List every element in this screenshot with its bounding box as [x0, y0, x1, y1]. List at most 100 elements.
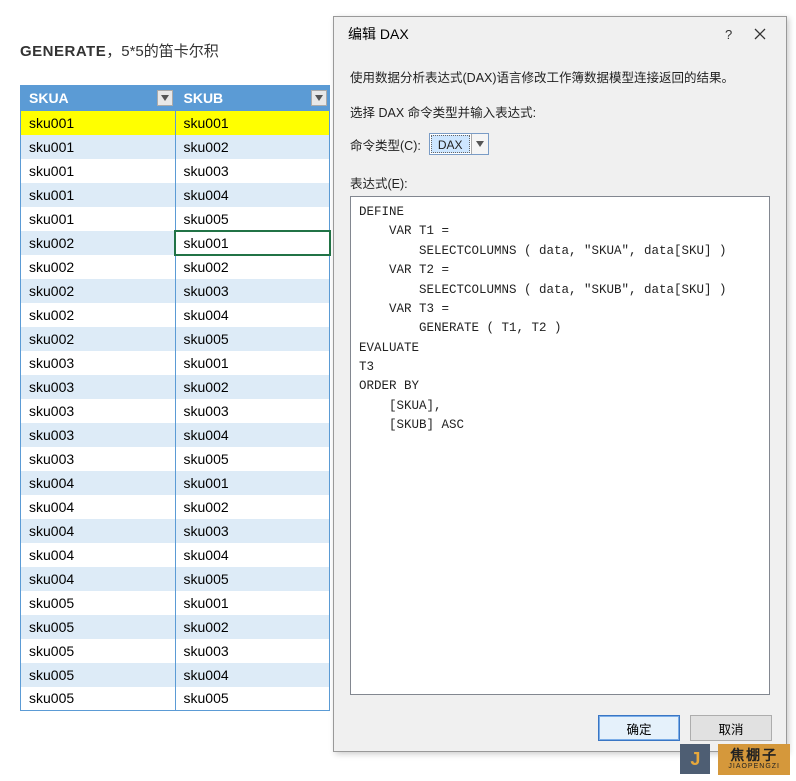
table-cell[interactable]: sku002	[175, 615, 330, 639]
table-row: sku003sku002	[21, 375, 330, 399]
cmd-type-row: 命令类型(C): DAX	[350, 133, 770, 155]
table-cell[interactable]: sku005	[175, 447, 330, 471]
table-cell[interactable]: sku004	[21, 543, 176, 567]
table-cell[interactable]: sku003	[21, 351, 176, 375]
left-panel: GENERATE，5*5的笛卡尔积 SKUA SKUB sku001sku001	[20, 40, 330, 711]
table-row: sku005sku001	[21, 591, 330, 615]
watermark-small: JIAOPENGZI	[728, 763, 780, 771]
watermark-logo: J	[680, 744, 710, 774]
table-cell[interactable]: sku003	[21, 399, 176, 423]
table-cell[interactable]: sku003	[21, 375, 176, 399]
table-cell[interactable]: sku004	[21, 567, 176, 591]
col-header-skub-label: SKUB	[184, 90, 224, 106]
table-cell[interactable]: sku001	[21, 207, 176, 231]
table-cell[interactable]: sku004	[175, 183, 330, 207]
cmd-type-value: DAX	[431, 135, 470, 153]
table-cell[interactable]: sku002	[175, 135, 330, 159]
table-cell[interactable]: sku002	[21, 327, 176, 351]
expression-textarea[interactable]: DEFINE VAR T1 = SELECTCOLUMNS ( data, "S…	[350, 196, 770, 695]
table-cell[interactable]: sku003	[175, 159, 330, 183]
table-cell[interactable]: sku004	[175, 663, 330, 687]
table-cell[interactable]: sku004	[175, 543, 330, 567]
title-rest: ，5*5的笛卡尔积	[106, 43, 219, 60]
col-header-skub[interactable]: SKUB	[175, 86, 330, 111]
table-cell[interactable]: sku003	[175, 639, 330, 663]
table-row: sku004sku004	[21, 543, 330, 567]
chevron-down-icon[interactable]	[157, 90, 173, 106]
table-row: sku001sku002	[21, 135, 330, 159]
table-cell[interactable]: sku005	[21, 687, 176, 711]
close-icon[interactable]	[744, 22, 776, 46]
table-cell[interactable]: sku002	[175, 255, 330, 279]
table-cell[interactable]: sku002	[175, 495, 330, 519]
table-row: sku004sku002	[21, 495, 330, 519]
table-row: sku004sku003	[21, 519, 330, 543]
table-cell[interactable]: sku003	[175, 399, 330, 423]
table-cell[interactable]: sku001	[21, 183, 176, 207]
table-cell[interactable]: sku002	[21, 279, 176, 303]
title-bold: GENERATE	[20, 43, 106, 60]
cancel-button[interactable]: 取消	[690, 715, 772, 741]
col-header-skua[interactable]: SKUA	[21, 86, 176, 111]
table-cell[interactable]: sku001	[175, 471, 330, 495]
table-row: sku005sku003	[21, 639, 330, 663]
table-row: sku003sku001	[21, 351, 330, 375]
table-row: sku001sku005	[21, 207, 330, 231]
table-cell[interactable]: sku004	[21, 519, 176, 543]
table-cell[interactable]: sku005	[21, 639, 176, 663]
table-cell[interactable]: sku004	[21, 471, 176, 495]
table-cell[interactable]: sku002	[21, 255, 176, 279]
watermark-text: 焦棚子 JIAOPENGZI	[718, 744, 790, 775]
table-cell[interactable]: sku005	[21, 591, 176, 615]
dialog-intro: 使用数据分析表达式(DAX)语言修改工作簿数据模型连接返回的结果。	[350, 67, 770, 86]
page-title: GENERATE，5*5的笛卡尔积	[20, 40, 330, 61]
table-row: sku003sku004	[21, 423, 330, 447]
table-row: sku001sku004	[21, 183, 330, 207]
table-header-row: SKUA SKUB	[21, 86, 330, 111]
cmd-type-label: 命令类型(C):	[350, 135, 421, 154]
table-cell[interactable]: sku005	[175, 207, 330, 231]
table-cell[interactable]: sku004	[175, 423, 330, 447]
ok-button[interactable]: 确定	[598, 715, 680, 741]
table-row: sku002sku005	[21, 327, 330, 351]
table-cell[interactable]: sku001	[21, 135, 176, 159]
table-row: sku003sku005	[21, 447, 330, 471]
table-cell[interactable]: sku005	[21, 615, 176, 639]
table-cell[interactable]: sku002	[21, 231, 176, 255]
dialog-titlebar: 编辑 DAX ?	[334, 17, 786, 51]
chevron-down-icon[interactable]	[311, 90, 327, 106]
table-cell[interactable]: sku005	[175, 567, 330, 591]
col-header-skua-label: SKUA	[29, 90, 69, 106]
table-cell[interactable]: sku005	[175, 327, 330, 351]
table-cell[interactable]: sku003	[175, 519, 330, 543]
table-cell[interactable]: sku005	[21, 663, 176, 687]
table-cell[interactable]: sku001	[175, 351, 330, 375]
table-row: sku002sku003	[21, 279, 330, 303]
edit-dax-dialog: 编辑 DAX ? 使用数据分析表达式(DAX)语言修改工作簿数据模型连接返回的结…	[333, 16, 787, 752]
table-cell[interactable]: sku003	[21, 447, 176, 471]
table-cell[interactable]: sku004	[175, 303, 330, 327]
table-cell[interactable]: sku002	[21, 303, 176, 327]
watermark: J 焦棚子 JIAOPENGZI	[680, 744, 790, 775]
table-cell[interactable]: sku001	[175, 591, 330, 615]
help-icon[interactable]: ?	[712, 22, 744, 46]
table-cell[interactable]: sku005	[175, 687, 330, 711]
table-row: sku005sku004	[21, 663, 330, 687]
table-cell[interactable]: sku004	[21, 495, 176, 519]
table-row: sku002sku004	[21, 303, 330, 327]
table-cell[interactable]: sku003	[175, 279, 330, 303]
table-row: sku005sku002	[21, 615, 330, 639]
expression-label: 表达式(E):	[350, 173, 770, 192]
table-row: sku004sku005	[21, 567, 330, 591]
table-row: sku005sku005	[21, 687, 330, 711]
table-cell[interactable]: sku003	[21, 423, 176, 447]
table-cell[interactable]: sku001	[21, 159, 176, 183]
table-row: sku002sku001	[21, 231, 330, 255]
table-cell[interactable]: sku001	[175, 231, 330, 255]
chevron-down-icon[interactable]	[471, 134, 488, 154]
table-cell[interactable]: sku002	[175, 375, 330, 399]
table-cell[interactable]: sku001	[21, 111, 176, 135]
watermark-big: 焦棚子	[728, 748, 780, 763]
table-cell[interactable]: sku001	[175, 111, 330, 135]
cmd-type-select[interactable]: DAX	[429, 133, 489, 155]
